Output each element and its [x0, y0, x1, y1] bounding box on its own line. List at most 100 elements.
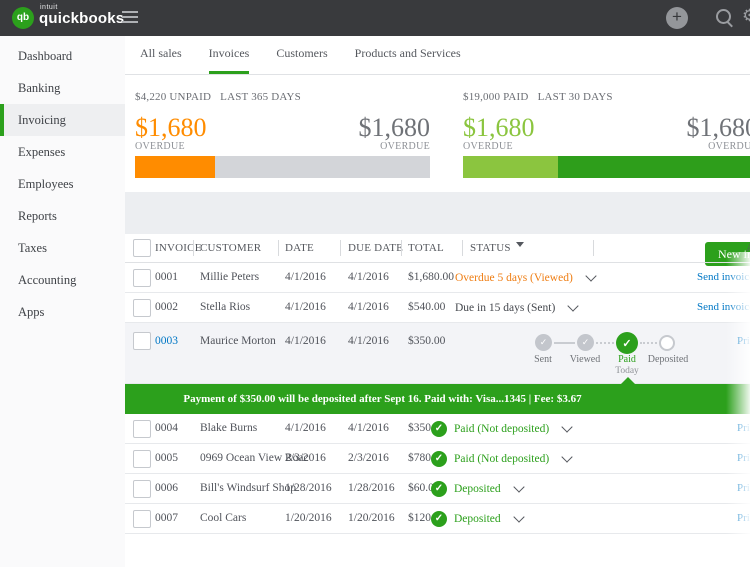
- row-checkbox[interactable]: [133, 450, 151, 468]
- row-checkbox[interactable]: [133, 420, 151, 438]
- invoice-total: $540.00: [408, 301, 446, 313]
- print-link[interactable]: Print: [737, 323, 750, 359]
- tab-customers[interactable]: Customers: [276, 36, 327, 74]
- overdue-label: OVERDUE: [135, 141, 185, 152]
- sidebar-item-reports[interactable]: Reports: [0, 200, 125, 232]
- paid-check-icon: ✓: [616, 332, 638, 354]
- invoices-table-panel: New invoice INVOICE CUSTOMER DATE DUE DA…: [125, 234, 750, 567]
- table-row[interactable]: 0006 Bill's Windsurf Shop 1/28/2016 1/28…: [125, 474, 750, 504]
- create-plus-icon[interactable]: +: [666, 7, 688, 29]
- deposited-check-icon: ✓: [431, 480, 447, 497]
- invoice-number: 0001: [155, 271, 178, 283]
- row-checkbox[interactable]: [133, 269, 151, 287]
- invoice-date: 1/28/2016: [285, 482, 332, 494]
- print-link[interactable]: Print: [737, 504, 750, 533]
- print-link[interactable]: Print: [737, 414, 750, 443]
- tracker-connector: [554, 342, 575, 344]
- table-row[interactable]: 0007 Cool Cars 1/20/2016 1/20/2016 $120.…: [125, 504, 750, 534]
- payment-banner-text: Payment of $350.00 will be deposited aft…: [183, 393, 582, 405]
- paid-summary: $19,000 PAID: [463, 91, 529, 103]
- row-checkbox[interactable]: [133, 510, 151, 528]
- due-date: 1/20/2016: [348, 512, 395, 524]
- invoice-number: 0005: [155, 452, 178, 464]
- print-link[interactable]: Print: [737, 474, 750, 503]
- invoice-date: 4/1/2016: [285, 271, 326, 283]
- not-due-label: OVERDUE: [380, 141, 430, 152]
- paid-bar-fill: [463, 156, 558, 178]
- tab-invoices[interactable]: Invoices: [208, 36, 250, 74]
- col-total[interactable]: TOTAL: [408, 234, 444, 262]
- invoice-status-tracker: ✓ ✓ ✓ Sent Viewed Paid Deposited Today: [125, 323, 750, 383]
- quickbooks-app: qb intuit quickbooks + ⚙ Dashboard Banki…: [0, 0, 750, 567]
- sent-check-icon: ✓: [535, 334, 552, 351]
- quickbooks-logo-icon[interactable]: qb: [12, 7, 34, 29]
- overdue-amount-block[interactable]: $1,680 OVERDUE: [135, 115, 207, 153]
- search-icon[interactable]: [715, 8, 735, 28]
- chevron-down-icon[interactable]: [561, 420, 573, 433]
- row-checkbox[interactable]: [133, 299, 151, 317]
- customer-name: Stella Rios: [200, 301, 251, 313]
- not-due-amount-block[interactable]: $1,680 OVERDUE: [358, 113, 431, 153]
- table-header-row: INVOICE CUSTOMER DATE DUE DATE TOTAL STA…: [125, 234, 750, 263]
- tab-all-sales[interactable]: All sales: [140, 36, 182, 74]
- viewed-check-icon: ✓: [577, 334, 594, 351]
- invoice-number: 0002: [155, 301, 178, 313]
- paid-left-amount-block[interactable]: $1,680 OVERDUE: [463, 115, 535, 153]
- step-label-deposited: Deposited: [647, 354, 689, 365]
- sidebar-item-apps[interactable]: Apps: [0, 296, 125, 328]
- sidebar-item-invoicing[interactable]: Invoicing: [0, 104, 125, 136]
- table-row[interactable]: 0001 Millie Peters 4/1/2016 4/1/2016 $1,…: [125, 263, 750, 293]
- print-link[interactable]: Print: [737, 444, 750, 473]
- tracker-connector: [640, 342, 657, 344]
- gear-icon[interactable]: ⚙: [742, 6, 750, 26]
- paid-right-amount-block[interactable]: $1,680 OVERDUE: [687, 115, 750, 153]
- tab-products-services[interactable]: Products and Services: [355, 36, 461, 74]
- chevron-down-icon[interactable]: [512, 510, 525, 523]
- tracker-connector: [596, 342, 614, 344]
- invoice-total: $1,680.00: [408, 271, 454, 283]
- send-invoice-link[interactable]: Send invoice: [697, 263, 750, 292]
- paid-check-icon: ✓: [431, 420, 447, 437]
- sidebar-item-dashboard[interactable]: Dashboard: [0, 40, 125, 72]
- topbar: qb intuit quickbooks + ⚙: [0, 0, 750, 36]
- send-invoice-link[interactable]: Send invoice: [697, 293, 750, 322]
- unpaid-heading: $4,220 UNPAID LAST 365 DAYS: [135, 75, 430, 103]
- col-invoice[interactable]: INVOICE: [155, 234, 202, 262]
- col-due-date[interactable]: DUE DATE: [348, 234, 403, 262]
- sidebar-item-banking[interactable]: Banking: [0, 72, 125, 104]
- not-due-amount: $1,680: [358, 113, 431, 142]
- table-row[interactable]: 0005 0969 Ocean View Roac 2/3/2016 2/3/2…: [125, 444, 750, 474]
- invoice-number: 0004: [155, 422, 178, 434]
- sidebar-item-expenses[interactable]: Expenses: [0, 136, 125, 168]
- deposited-check-icon: ✓: [431, 510, 447, 527]
- unpaid-money-bar[interactable]: [135, 156, 430, 178]
- chevron-down-icon[interactable]: [561, 450, 573, 463]
- table-row-expanded[interactable]: 0003 Maurice Morton 4/1/2016 4/1/2016 $3…: [125, 323, 750, 384]
- table-row[interactable]: 0002 Stella Rios 4/1/2016 4/1/2016 $540.…: [125, 293, 750, 323]
- chevron-down-icon[interactable]: [585, 269, 597, 282]
- status-sort-icon[interactable]: [515, 242, 524, 251]
- select-all-checkbox[interactable]: [133, 239, 151, 257]
- col-status[interactable]: STATUS: [470, 234, 524, 262]
- chevron-down-icon[interactable]: [512, 480, 525, 493]
- hamburger-menu-icon[interactable]: [122, 11, 138, 25]
- col-date[interactable]: DATE: [285, 234, 314, 262]
- col-action[interactable]: ACTION: [593, 234, 750, 262]
- step-label-sent: Sent: [534, 354, 552, 365]
- unpaid-panel: $4,220 UNPAID LAST 365 DAYS $1,680 OVERDU…: [135, 75, 430, 178]
- table-row[interactable]: 0004 Blake Burns 4/1/2016 4/1/2016 $350.…: [125, 414, 750, 444]
- sidebar-item-taxes[interactable]: Taxes: [0, 232, 125, 264]
- paid-money-bar[interactable]: [463, 156, 750, 178]
- chevron-down-icon[interactable]: [567, 299, 579, 312]
- sidebar-item-employees[interactable]: Employees: [0, 168, 125, 200]
- customer-name: Millie Peters: [200, 271, 260, 283]
- invoice-date: 1/20/2016: [285, 512, 332, 524]
- row-checkbox[interactable]: [133, 480, 151, 498]
- step-sub-today: Today: [615, 366, 639, 376]
- due-date: 2/3/2016: [348, 452, 389, 464]
- paid-left-label: OVERDUE: [463, 141, 513, 152]
- sidebar-item-accounting[interactable]: Accounting: [0, 264, 125, 296]
- step-label-viewed: Viewed: [569, 354, 601, 365]
- sidebar-nav: Dashboard Banking Invoicing Expenses Emp…: [0, 36, 125, 567]
- col-customer[interactable]: CUSTOMER: [200, 234, 261, 262]
